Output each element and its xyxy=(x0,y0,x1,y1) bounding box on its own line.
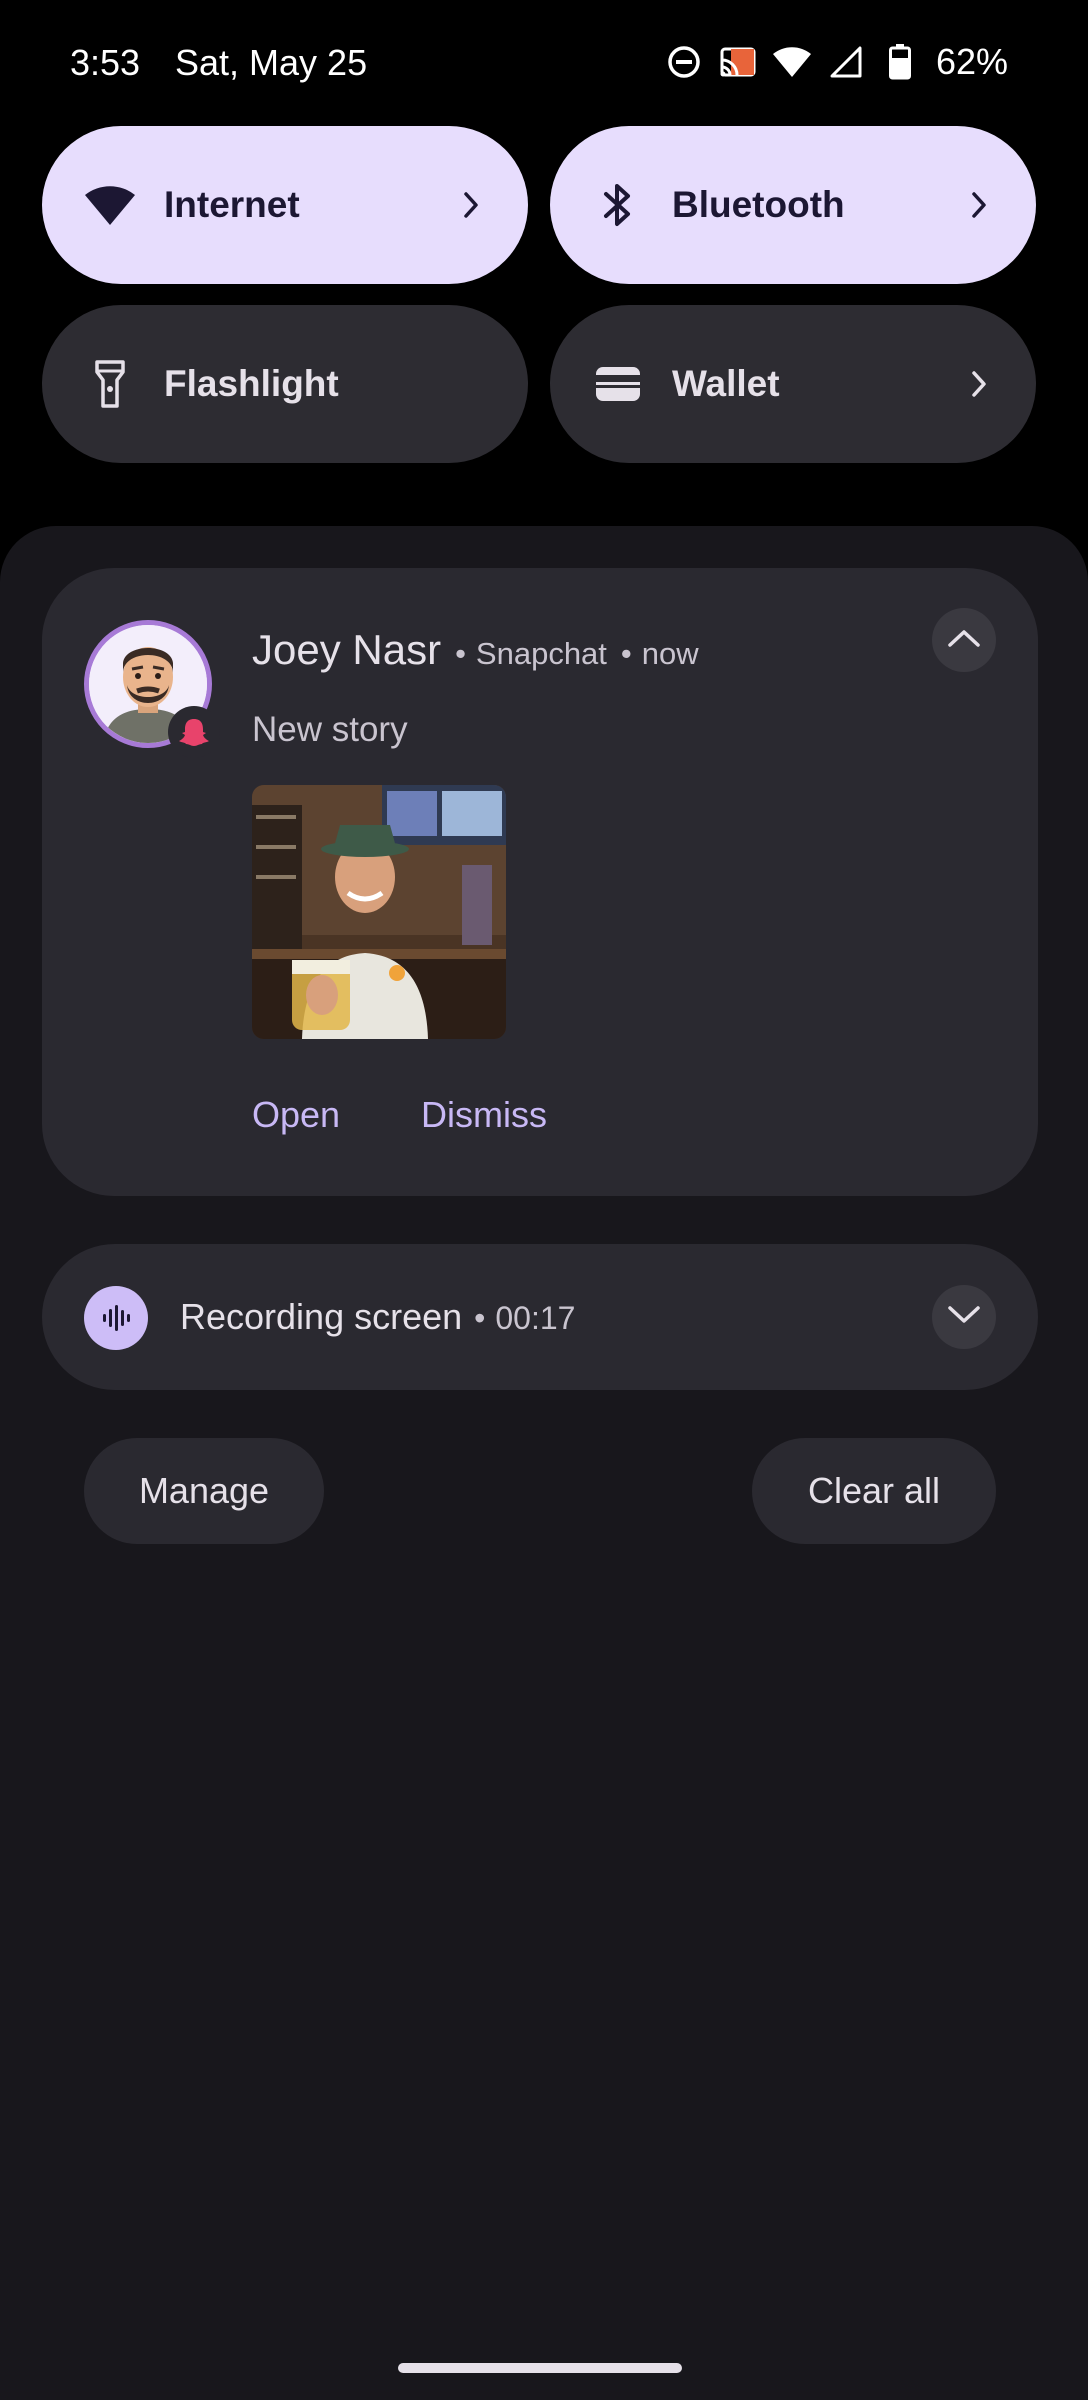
manage-button[interactable]: Manage xyxy=(84,1438,324,1544)
meta-separator: • xyxy=(474,1300,486,1336)
cellular-signal-icon xyxy=(826,42,866,82)
status-date: Sat, May 25 xyxy=(175,42,368,83)
chevron-down-icon xyxy=(947,1305,981,1330)
notification-shade-screen: 3:53 Sat, May 25 62% Internet Bluetooth … xyxy=(0,0,1088,2400)
status-time: 3:53 xyxy=(70,42,141,83)
wifi-icon xyxy=(772,42,812,82)
wallet-tile[interactable]: Wallet xyxy=(550,305,1036,463)
expand-recording-button[interactable] xyxy=(932,1285,996,1349)
screen-record-icon xyxy=(84,1286,148,1350)
dismiss-button[interactable]: Dismiss xyxy=(421,1094,547,1136)
notification-time: now xyxy=(641,636,699,671)
internet-tile-label: Internet xyxy=(164,184,300,225)
battery-percent: 62% xyxy=(935,41,1008,82)
status-icons: 62% xyxy=(664,40,1008,84)
chevron-up-icon xyxy=(947,628,981,653)
recording-text: Recording screen • 00:17 xyxy=(180,1296,575,1338)
flashlight-tile-label: Flashlight xyxy=(164,363,339,404)
flashlight-icon xyxy=(82,356,138,412)
notification-app-name: Snapchat xyxy=(475,636,607,671)
clear-all-button[interactable]: Clear all xyxy=(752,1438,996,1544)
notification-sender: Joey Nasr xyxy=(252,626,442,673)
status-bar: 3:53 Sat, May 25 62% xyxy=(0,0,1088,126)
internet-tile[interactable]: Internet xyxy=(42,126,528,284)
notification-header: Joey Nasr • Snapchat • now xyxy=(252,626,699,674)
story-thumbnail[interactable] xyxy=(252,785,506,1039)
wallet-icon xyxy=(590,356,646,412)
meta-separator: • xyxy=(455,636,466,671)
do-not-disturb-icon xyxy=(664,42,704,82)
flashlight-tile[interactable]: Flashlight xyxy=(42,305,528,463)
chevron-right-icon xyxy=(456,190,486,220)
gesture-navigation-handle[interactable] xyxy=(398,2363,682,2373)
wifi-icon xyxy=(82,177,138,233)
battery-icon xyxy=(880,42,920,82)
meta-separator: • xyxy=(620,636,632,671)
bluetooth-tile-label: Bluetooth xyxy=(672,184,845,225)
chevron-right-icon xyxy=(964,369,994,399)
wallet-tile-label: Wallet xyxy=(672,363,780,404)
recording-elapsed: 00:17 xyxy=(495,1300,576,1336)
notification-text: New story xyxy=(252,710,408,749)
screen-cast-icon xyxy=(718,42,758,82)
recording-title: Recording screen xyxy=(180,1296,463,1337)
chevron-right-icon xyxy=(964,190,994,220)
open-button[interactable]: Open xyxy=(252,1094,340,1136)
collapse-notification-button[interactable] xyxy=(932,608,996,672)
snapchat-app-badge-icon xyxy=(168,706,220,758)
bluetooth-icon xyxy=(590,177,646,233)
bluetooth-tile[interactable]: Bluetooth xyxy=(550,126,1036,284)
